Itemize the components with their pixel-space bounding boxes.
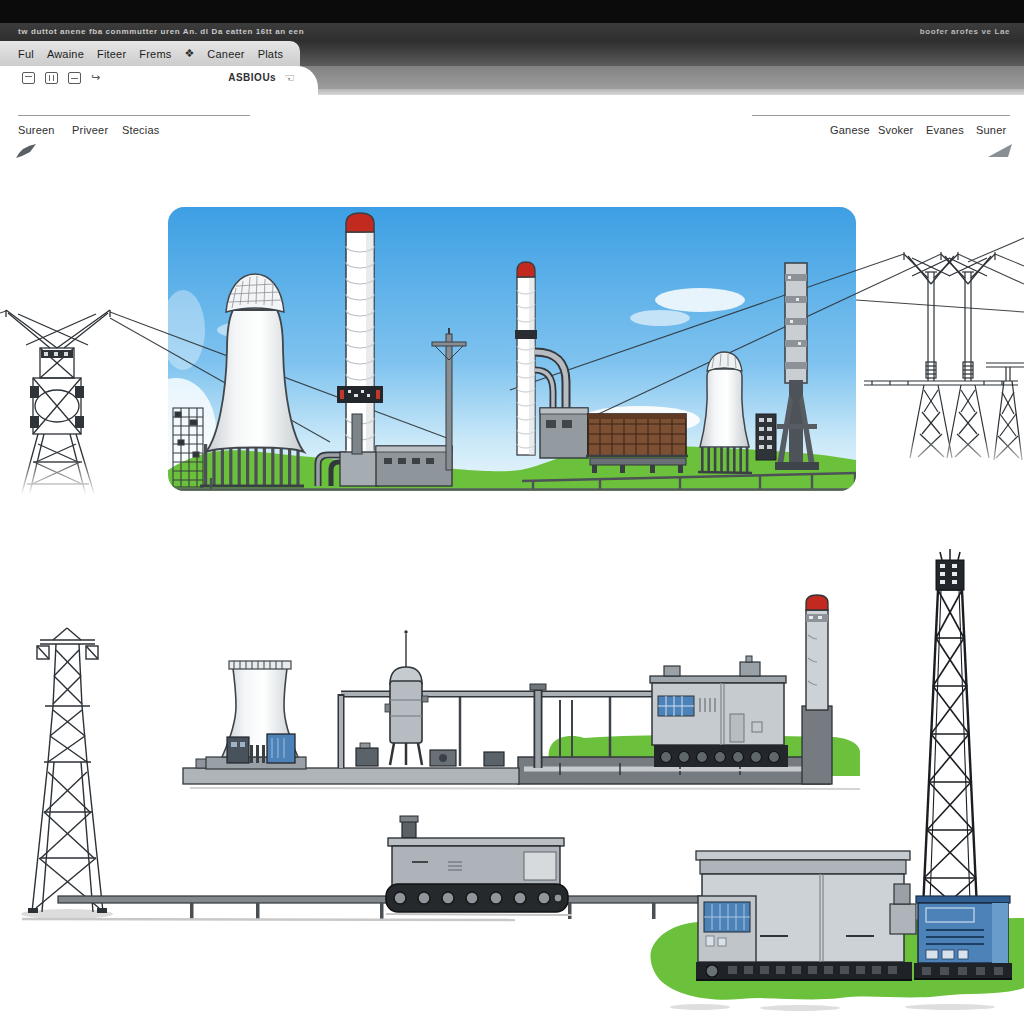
menu-bullet-icon: ❖	[184, 47, 194, 60]
middle-plant	[183, 595, 860, 789]
window-icon[interactable]	[22, 72, 35, 84]
copy-icon[interactable]	[68, 72, 81, 84]
menu-item-ful[interactable]: Ful	[18, 48, 34, 60]
cooling-tower-middle	[222, 661, 298, 763]
toolbar-action-label[interactable]: ASBIOUs	[228, 72, 276, 83]
statusbar: tw duttot anene fba conmmutter uren An. …	[0, 23, 1024, 41]
forward-arrow-icon[interactable]: ↪	[91, 71, 100, 84]
menu-item-plats[interactable]: Plats	[258, 48, 283, 60]
brick-building	[586, 414, 688, 473]
nav-link-svoker[interactable]: Svoker	[878, 124, 913, 136]
tower-left-middle	[21, 628, 113, 919]
menu-item-fiteer[interactable]: Fiteer	[97, 48, 126, 60]
pylons-right	[864, 252, 1024, 480]
tower-right-dark	[922, 549, 978, 930]
nav-link-ganese[interactable]: Ganese	[830, 124, 870, 136]
toolbar-row: ↪ ASBIOUs ☜	[0, 66, 1024, 89]
pylon-left	[0, 310, 140, 504]
nav-link-priveer[interactable]: Priveer	[72, 124, 108, 136]
swoosh-icon[interactable]	[14, 142, 40, 162]
nav-left-rule	[18, 115, 250, 116]
nav-link-suner[interactable]: Suner	[976, 124, 1006, 136]
menu-item-frems[interactable]: Frems	[139, 48, 171, 60]
generator-blue	[914, 896, 1012, 979]
menubar-row: Ful Awaine Fiteer Frems ❖ Caneer Plats	[0, 41, 1024, 66]
nav-link-sureen[interactable]: Sureen	[18, 124, 55, 136]
triangle-arrow-icon[interactable]	[986, 142, 1014, 160]
columns-icon[interactable]	[45, 72, 58, 84]
chimney-middle	[802, 595, 832, 784]
toolbar-strip-left	[0, 89, 318, 95]
bottom-rail	[22, 896, 704, 920]
statusbar-text-right: boofer arofes ve Lae	[920, 27, 1010, 36]
nav-link-evanes[interactable]: Evanes	[926, 124, 964, 136]
scene-illustration	[0, 0, 1024, 1024]
toolbar: ↪ ASBIOUs ☜	[0, 66, 318, 89]
toolbar-strip-right	[318, 89, 1024, 95]
pointer-hand-icon[interactable]: ☜	[284, 71, 295, 85]
menu-item-awaine[interactable]: Awaine	[47, 48, 84, 60]
nav-link-stecias[interactable]: Stecias	[122, 124, 159, 136]
bottom-right-plant	[650, 851, 1024, 1011]
lattice-column	[756, 414, 776, 460]
nav-right-rule	[752, 115, 1010, 116]
building-middle	[650, 656, 796, 770]
menubar: Ful Awaine Fiteer Frems ❖ Caneer Plats	[0, 41, 300, 66]
menu-item-caneer[interactable]: Caneer	[207, 48, 244, 60]
crawler-vehicle	[386, 816, 572, 915]
statusbar-text-left: tw duttot anene fba conmmutter uren An. …	[18, 27, 304, 36]
window-titlebar	[0, 0, 1024, 23]
page: tw duttot anene fba conmmutter uren An. …	[0, 0, 1024, 1024]
